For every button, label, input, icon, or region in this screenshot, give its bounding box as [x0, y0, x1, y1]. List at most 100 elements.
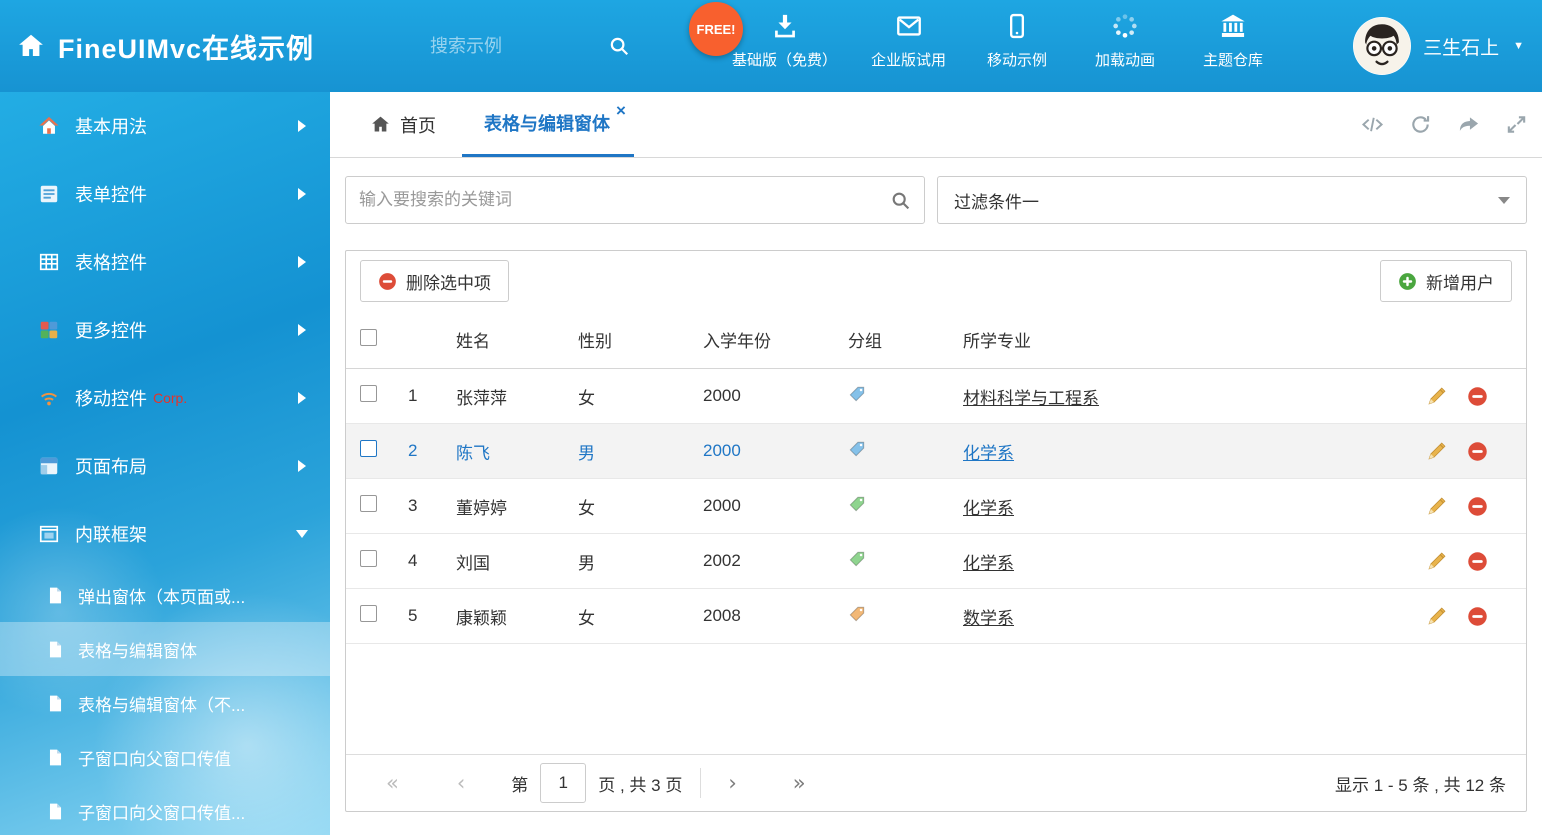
sidebar-item[interactable]: 表单控件: [0, 160, 330, 228]
delete-row-icon[interactable]: [1467, 441, 1488, 462]
header-nav-item[interactable]: 企业版试用: [871, 12, 946, 70]
app-logo[interactable]: FineUIMvc在线示例: [16, 0, 314, 92]
edit-pencil-icon[interactable]: [1426, 551, 1447, 572]
record-count-summary: 显示 1 - 5 条 , 共 12 条: [1335, 771, 1506, 796]
sidebar-subitem[interactable]: 子窗口向父窗口传值...: [0, 784, 330, 835]
sidebar-item[interactable]: 页面布局: [0, 432, 330, 500]
page-label-prefix: 第: [511, 771, 528, 796]
sidebar-item-label: 基本用法: [75, 113, 147, 139]
cell-group: [848, 385, 963, 408]
column-header-year: 入学年份: [703, 327, 848, 352]
user-menu[interactable]: 三生石上 ▼: [1353, 0, 1524, 92]
next-page-button[interactable]: ›: [728, 773, 736, 794]
home-color-icon: [38, 115, 60, 137]
major-link[interactable]: 数学系: [963, 609, 1014, 628]
content-area: 过滤条件一 删除选中项 新增用户 姓名 性别 入学年份: [330, 158, 1542, 835]
add-user-label: 新增用户: [1426, 269, 1494, 294]
delete-row-icon[interactable]: [1467, 551, 1488, 572]
delete-selected-button[interactable]: 删除选中项: [360, 260, 509, 302]
delete-row-icon[interactable]: [1467, 386, 1488, 407]
chevron-down-icon: [1498, 197, 1510, 204]
keyword-search-input[interactable]: [359, 190, 890, 210]
table-row[interactable]: 2陈飞男2000化学系: [346, 424, 1526, 479]
tag-icon: [848, 440, 866, 458]
edit-pencil-icon[interactable]: [1426, 386, 1447, 407]
tab-home[interactable]: 首页: [344, 92, 462, 157]
sidebar-subitem-label: 子窗口向父窗口传值: [78, 745, 231, 770]
table-empty-space: [346, 644, 1526, 754]
tab-home-label: 首页: [400, 112, 436, 138]
major-link[interactable]: 化学系: [963, 444, 1014, 463]
edit-pencil-icon[interactable]: [1426, 441, 1447, 462]
sidebar-subitem[interactable]: 表格与编辑窗体（不...: [0, 676, 330, 730]
table-row[interactable]: 1张萍萍女2000材料科学与工程系: [346, 369, 1526, 424]
major-link[interactable]: 化学系: [963, 499, 1014, 518]
table-row[interactable]: 5康颖颖女2008数学系: [346, 589, 1526, 644]
cell-year: 2002: [703, 551, 848, 571]
table-row[interactable]: 3董婷婷女2000化学系: [346, 479, 1526, 534]
filter-row: 过滤条件一: [345, 176, 1527, 224]
row-checkbox[interactable]: [360, 440, 377, 457]
cell-group: [848, 550, 963, 573]
row-checkbox[interactable]: [360, 385, 377, 402]
search-icon[interactable]: [890, 190, 911, 211]
grid-toolbar: 删除选中项 新增用户: [346, 251, 1526, 311]
close-icon[interactable]: ×: [616, 101, 626, 121]
tag-icon: [848, 385, 866, 403]
filter-dropdown[interactable]: 过滤条件一: [937, 176, 1527, 224]
header-nav-item[interactable]: 主题仓库: [1196, 12, 1270, 70]
edit-pencil-icon[interactable]: [1426, 606, 1447, 627]
keyword-search-box: [345, 176, 925, 224]
sidebar-menu: 基本用法表单控件表格控件更多控件移动控件Corp.页面布局内联框架弹出窗体（本页…: [0, 92, 330, 835]
expand-icon[interactable]: [1505, 113, 1528, 136]
delete-row-icon[interactable]: [1467, 496, 1488, 517]
home-icon: [370, 114, 391, 135]
sidebar-subitem[interactable]: 弹出窗体（本页面或...: [0, 568, 330, 622]
header-nav-item[interactable]: 基础版（免费）: [732, 12, 837, 70]
header-search-input[interactable]: [430, 36, 580, 57]
page-number-input[interactable]: [540, 763, 586, 803]
sidebar-item[interactable]: 更多控件: [0, 296, 330, 364]
major-link[interactable]: 材料科学与工程系: [963, 389, 1099, 408]
free-badge: FREE!: [689, 2, 743, 56]
table-row[interactable]: 4刘国男2002化学系: [346, 534, 1526, 589]
last-page-button[interactable]: »: [793, 773, 806, 794]
refresh-icon[interactable]: [1409, 113, 1432, 136]
tab-grid-edit-window[interactable]: 表格与编辑窗体 ×: [462, 92, 634, 157]
frame-icon: [38, 523, 60, 545]
sidebar-item-label: 表格控件: [75, 249, 147, 275]
cell-major: 数学系: [963, 604, 1426, 629]
sidebar-item-label: 移动控件: [75, 385, 147, 411]
forward-icon[interactable]: [1457, 113, 1480, 136]
column-header-name: 姓名: [456, 327, 578, 352]
row-checkbox[interactable]: [360, 550, 377, 567]
add-user-button[interactable]: 新增用户: [1380, 260, 1512, 302]
first-page-button[interactable]: «: [386, 773, 399, 794]
page-label-total: 页 , 共 3 页: [598, 771, 682, 796]
sidebar-subitem-label: 表格与编辑窗体（不...: [78, 691, 245, 716]
header-nav-item[interactable]: 移动示例: [980, 12, 1054, 70]
sidebar-subitem[interactable]: 子窗口向父窗口传值: [0, 730, 330, 784]
caret-down-icon: ▼: [1513, 40, 1524, 52]
sidebar-subitem[interactable]: 表格与编辑窗体: [0, 622, 330, 676]
cell-name: 陈飞: [456, 439, 578, 464]
header-nav-item[interactable]: 加载动画: [1088, 12, 1162, 70]
delete-row-icon[interactable]: [1467, 606, 1488, 627]
select-all-checkbox[interactable]: [360, 329, 377, 346]
cell-major: 化学系: [963, 439, 1426, 464]
chevron-right-icon: [298, 392, 306, 404]
row-checkbox[interactable]: [360, 605, 377, 622]
row-checkbox[interactable]: [360, 495, 377, 512]
sidebar-item[interactable]: 基本用法: [0, 92, 330, 160]
sidebar-item[interactable]: 移动控件Corp.: [0, 364, 330, 432]
sidebar-item[interactable]: 内联框架: [0, 500, 330, 568]
cell-index: 4: [408, 551, 456, 571]
chevron-right-icon: [298, 256, 306, 268]
app-title: FineUIMvc在线示例: [58, 27, 314, 66]
prev-page-button[interactable]: ‹: [457, 773, 465, 794]
major-link[interactable]: 化学系: [963, 554, 1014, 573]
sidebar-item[interactable]: 表格控件: [0, 228, 330, 296]
code-icon[interactable]: [1361, 113, 1384, 136]
search-icon[interactable]: [608, 35, 630, 57]
edit-pencil-icon[interactable]: [1426, 496, 1447, 517]
